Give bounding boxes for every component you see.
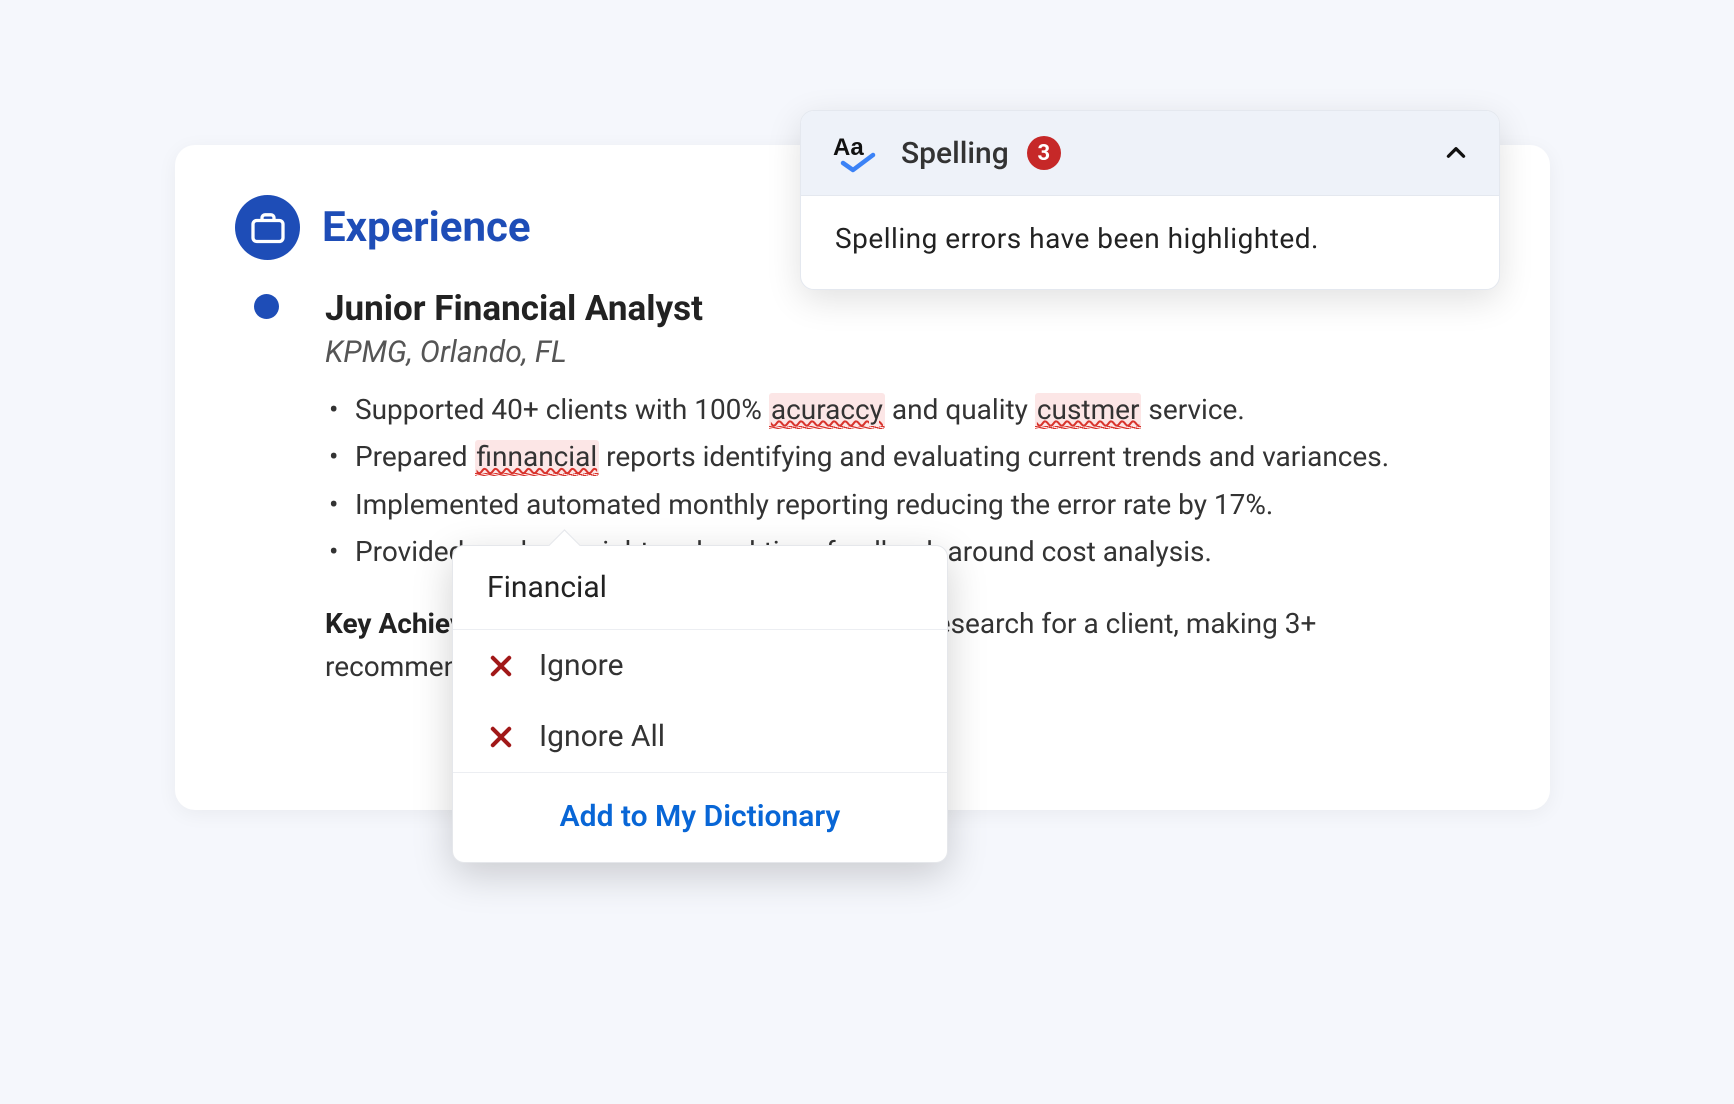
text-fragment: and quality — [885, 393, 1035, 426]
misspelled-word[interactable]: acuraccy — [769, 393, 885, 429]
briefcase-icon — [235, 195, 300, 260]
company-line: KPMG, Orlando, FL — [325, 335, 1490, 370]
misspelled-word[interactable]: custmer — [1035, 393, 1142, 429]
spelling-panel-title: Spelling — [901, 136, 1009, 171]
misspelled-word[interactable]: finnancial — [475, 440, 600, 476]
spelling-panel: Aa Spelling 3 Spelling errors have been … — [800, 110, 1500, 290]
chevron-up-icon[interactable] — [1443, 140, 1469, 166]
text-fragment: Prepared — [355, 440, 475, 473]
section-title: Experience — [322, 203, 531, 252]
close-icon — [487, 723, 515, 751]
spelling-error-count: 3 — [1027, 136, 1061, 170]
spelling-suggestion[interactable]: Financial — [453, 546, 947, 630]
bullet-item[interactable]: Supported 40+ clients with 100% acuraccy… — [355, 388, 1490, 431]
spelling-context-menu: Financial Ignore Ignore All Add to My Di… — [452, 545, 948, 863]
svg-text:Aa: Aa — [833, 134, 864, 161]
job-title: Junior Financial Analyst — [325, 288, 1490, 329]
spelling-panel-body: Spelling errors have been highlighted. — [801, 196, 1499, 289]
timeline-dot-icon — [254, 294, 279, 319]
text-fragment: Supported 40+ clients with 100% — [355, 393, 769, 426]
ignore-label: Ignore — [539, 648, 623, 683]
add-to-dictionary-button[interactable]: Add to My Dictionary — [453, 772, 947, 862]
bullet-item[interactable]: Prepared finnancial reports identifying … — [355, 435, 1490, 478]
text-fragment: service. — [1141, 393, 1244, 426]
ignore-all-button[interactable]: Ignore All — [453, 701, 947, 772]
spellcheck-icon: Aa — [833, 133, 883, 173]
text-fragment: reports identifying and evaluating curre… — [599, 440, 1389, 473]
close-icon — [487, 652, 515, 680]
bullet-item[interactable]: Implemented automated monthly reporting … — [355, 483, 1490, 526]
ignore-button[interactable]: Ignore — [453, 630, 947, 701]
ignore-all-label: Ignore All — [539, 719, 665, 754]
spelling-panel-header[interactable]: Aa Spelling 3 — [801, 111, 1499, 196]
